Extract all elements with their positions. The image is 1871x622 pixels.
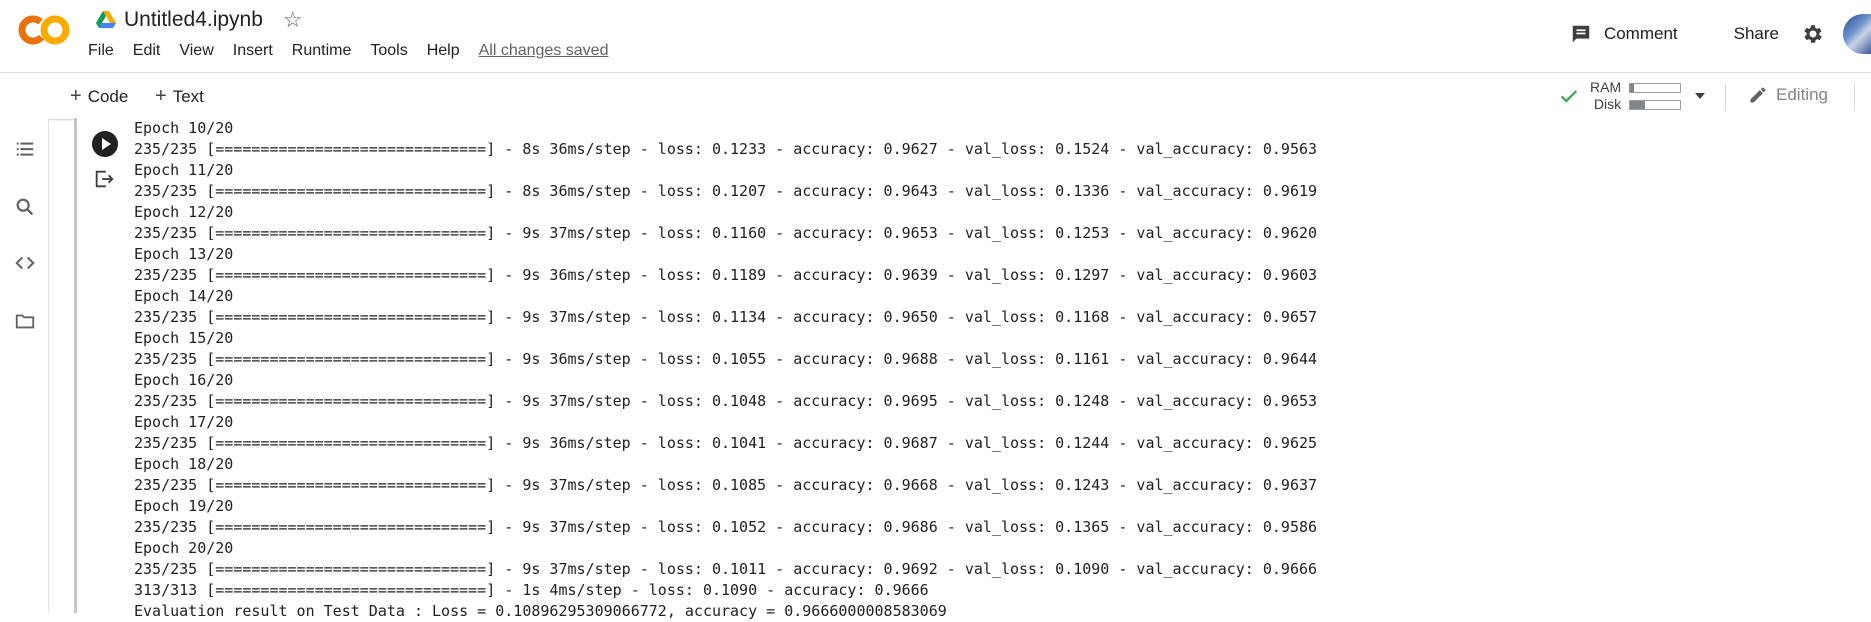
comment-label: Comment <box>1603 24 1678 43</box>
menu-help[interactable]: Help <box>427 42 460 60</box>
toolbar-divider <box>1725 83 1726 111</box>
resource-labels: RAM Disk <box>1590 79 1621 113</box>
add-text-label: Text <box>172 86 204 106</box>
output-line: Epoch 17/20 <box>134 413 234 431</box>
output-line: 235/235 [==============================]… <box>134 476 1318 494</box>
ram-label: RAM <box>1590 79 1622 95</box>
menu-view[interactable]: View <box>179 42 213 60</box>
menu-insert[interactable]: Insert <box>233 42 273 60</box>
output-line: 235/235 [==============================]… <box>134 434 1318 452</box>
avatar[interactable] <box>1843 14 1871 54</box>
code-cell[interactable]: Epoch 10/20 235/235 [====================… <box>74 118 1871 620</box>
editing-label: Editing <box>1776 85 1828 104</box>
check-icon <box>1560 90 1578 103</box>
top-right-actions: Comment Share <box>1570 14 1871 54</box>
output-line: 235/235 [==============================]… <box>134 266 1318 284</box>
notebook-toolbar: + Code + Text RAM Disk Editing <box>0 72 1871 120</box>
top-bar: Untitled4.ipynb ☆ File Edit View Insert … <box>0 0 1871 72</box>
output-line: 235/235 [==============================]… <box>134 392 1318 410</box>
save-status[interactable]: All changes saved <box>479 42 609 60</box>
left-sidebar <box>0 118 49 613</box>
toolbar-divider <box>1854 83 1855 111</box>
output-line: 313/313 [==============================]… <box>134 581 929 599</box>
comment-icon <box>1572 25 1590 43</box>
output-line: 235/235 [==============================]… <box>134 560 1318 578</box>
disk-bar-fill <box>1630 100 1646 109</box>
colab-logo-icon[interactable] <box>16 12 72 48</box>
code-snippets-icon[interactable] <box>14 252 36 274</box>
title-row: Untitled4.ipynb ☆ <box>96 6 303 34</box>
output-line: Epoch 18/20 <box>134 455 234 473</box>
output-line: Epoch 12/20 <box>134 203 234 221</box>
output-line: Epoch 10/20 <box>134 119 234 137</box>
add-text-button[interactable]: + Text <box>155 85 204 108</box>
output-line: Epoch 15/20 <box>134 329 234 347</box>
output-actions-icon[interactable] <box>93 168 115 190</box>
output-line: Epoch 13/20 <box>134 245 234 263</box>
menu-edit[interactable]: Edit <box>133 42 161 60</box>
output-line: Epoch 16/20 <box>134 371 234 389</box>
output-line: Epoch 14/20 <box>134 287 234 305</box>
output-line: Epoch 19/20 <box>134 497 234 515</box>
folder-icon[interactable] <box>14 310 36 332</box>
google-drive-icon[interactable] <box>96 11 116 29</box>
toc-icon[interactable] <box>14 138 36 160</box>
output-line: Evaluation result on Test Data : Loss = … <box>134 602 947 620</box>
comment-button[interactable]: Comment <box>1570 23 1678 45</box>
menu-file[interactable]: File <box>88 42 114 60</box>
output-line: 235/235 [==============================]… <box>134 518 1318 536</box>
run-cell-icon[interactable] <box>91 130 119 158</box>
menu-runtime[interactable]: Runtime <box>292 42 352 60</box>
search-icon[interactable] <box>14 196 36 218</box>
add-code-button[interactable]: + Code <box>70 85 128 108</box>
editing-mode-button[interactable]: Editing <box>1748 85 1828 105</box>
output-line: 235/235 [==============================]… <box>134 140 1318 158</box>
resource-monitor[interactable]: RAM Disk <box>1558 79 1707 113</box>
output-line: Epoch 11/20 <box>134 161 234 179</box>
menu-bar: File Edit View Insert Runtime Tools Help… <box>88 42 627 60</box>
share-button[interactable]: Share <box>1734 24 1779 44</box>
notebook-title[interactable]: Untitled4.ipynb <box>124 8 263 32</box>
plus-icon: + <box>70 85 82 107</box>
resource-bars <box>1629 82 1682 110</box>
ram-bar-fill <box>1630 83 1635 92</box>
chevron-down-icon[interactable] <box>1693 89 1707 103</box>
ram-bar <box>1629 82 1682 93</box>
output-line: Epoch 20/20 <box>134 539 234 557</box>
star-icon[interactable]: ☆ <box>283 7 303 33</box>
plus-icon: + <box>155 85 167 107</box>
output-line: 235/235 [==============================]… <box>134 182 1318 200</box>
output-line: 235/235 [==============================]… <box>134 224 1318 242</box>
disk-bar <box>1629 99 1682 110</box>
output-line: 235/235 [==============================]… <box>134 350 1318 368</box>
output-line: 235/235 [==============================]… <box>134 308 1318 326</box>
cell-output: Epoch 10/20 235/235 [====================… <box>134 118 1317 622</box>
disk-label: Disk <box>1593 96 1622 112</box>
pencil-icon <box>1750 87 1766 103</box>
menu-tools[interactable]: Tools <box>370 42 407 60</box>
gear-icon[interactable] <box>1801 22 1825 46</box>
add-code-label: Code <box>87 86 129 106</box>
